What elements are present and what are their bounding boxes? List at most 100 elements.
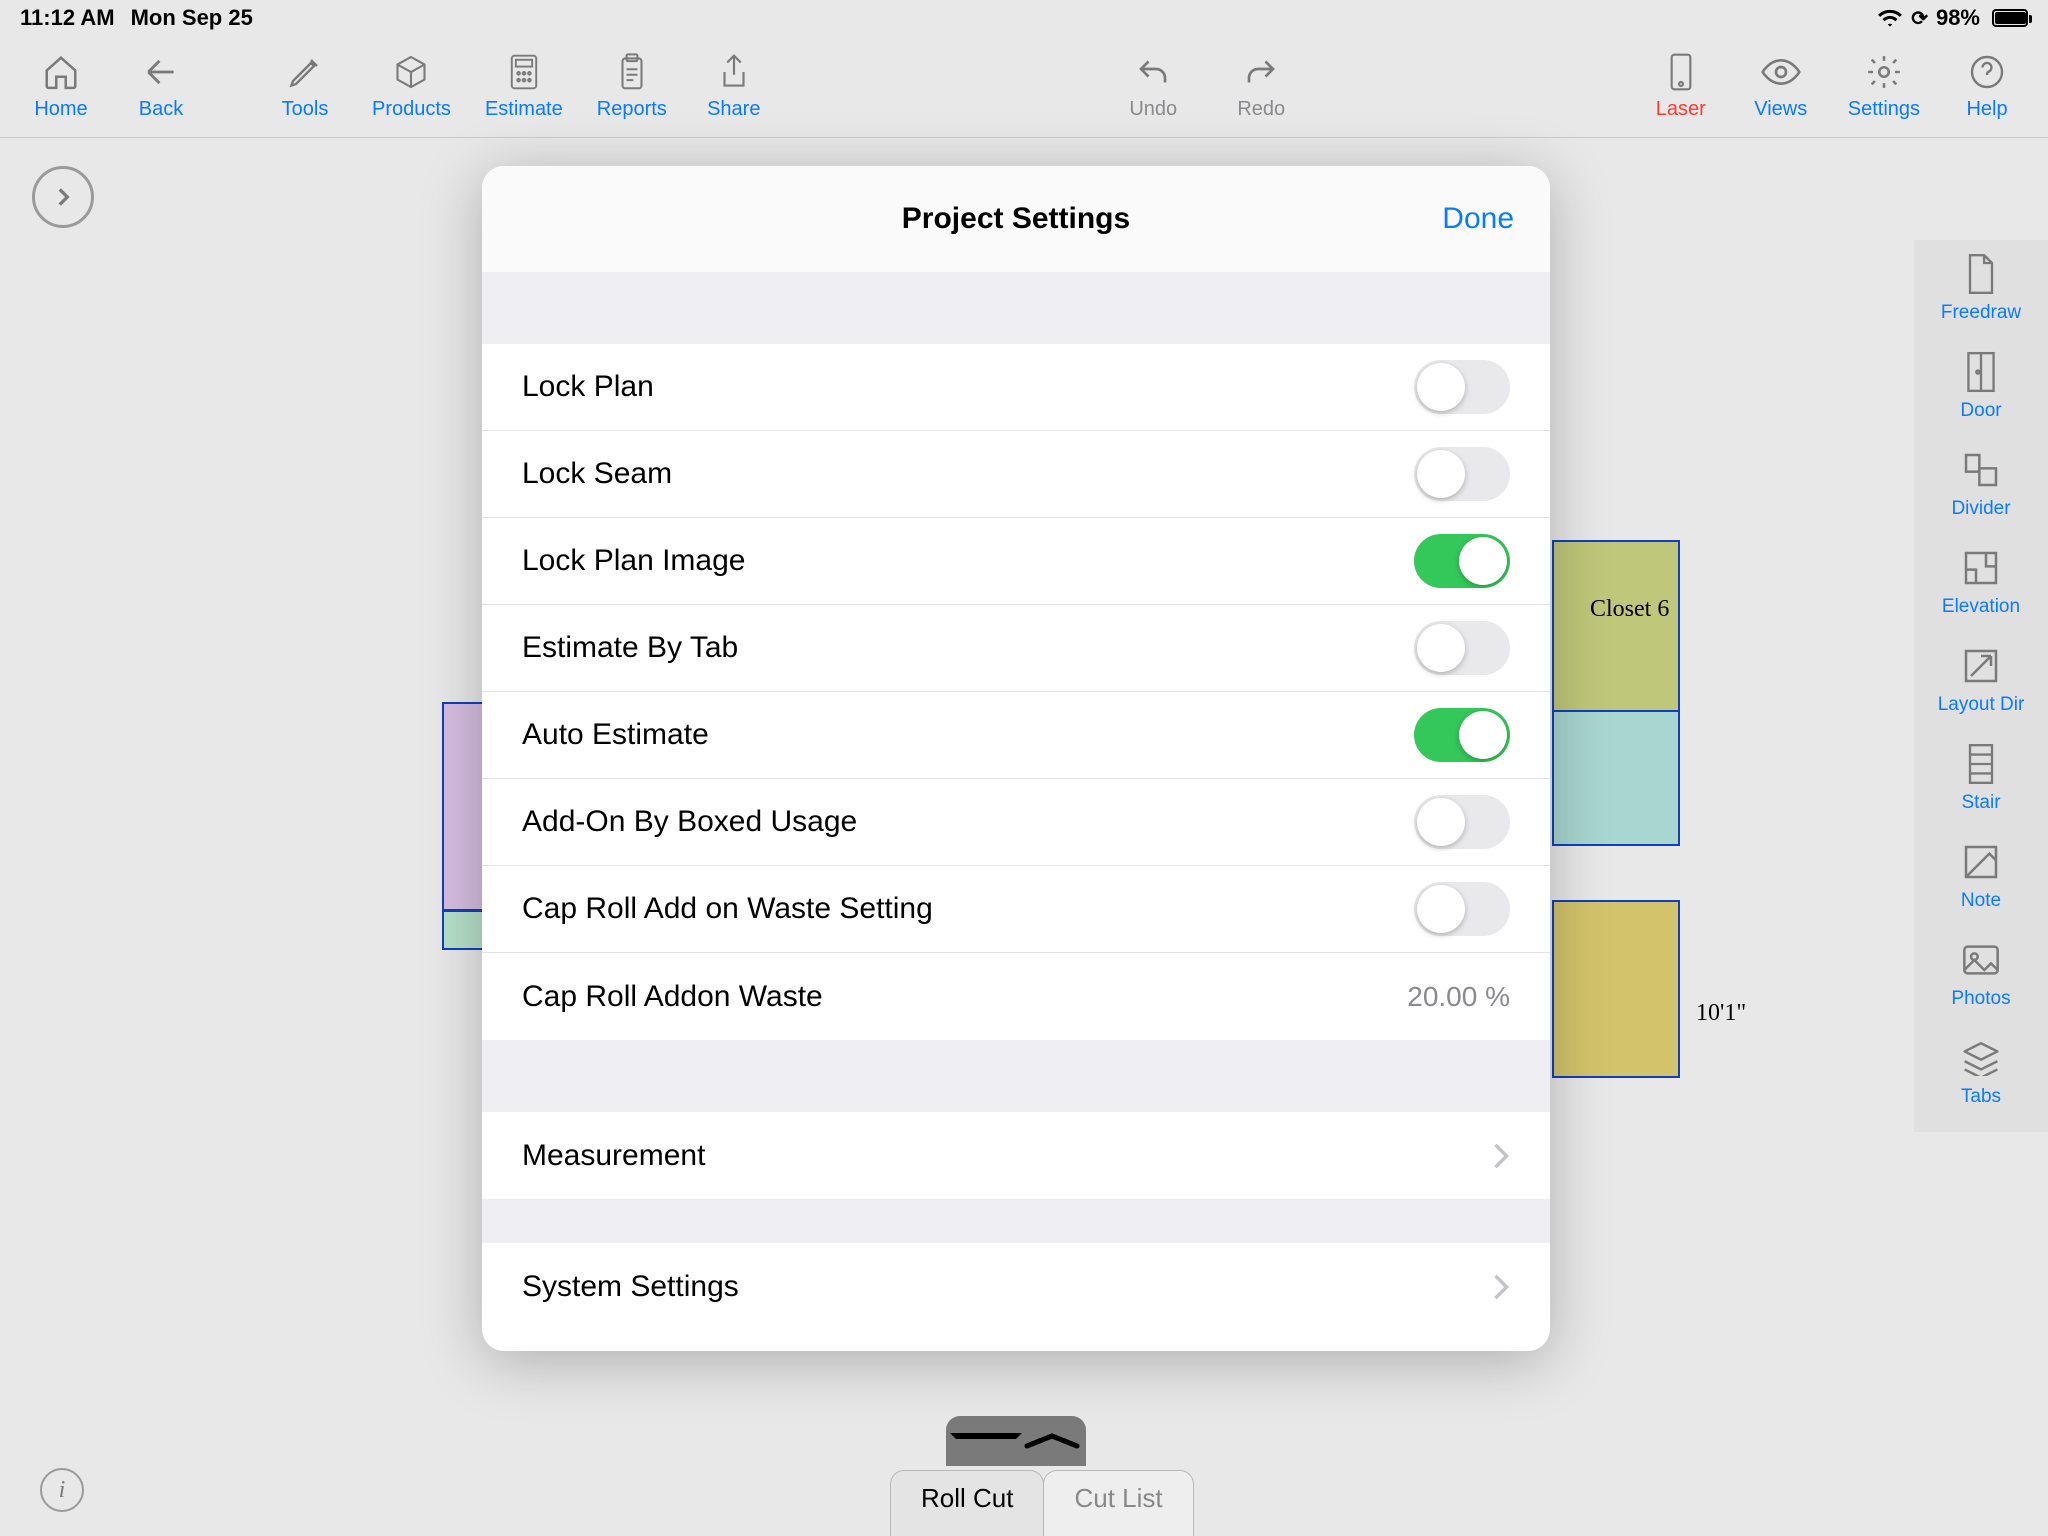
views-button[interactable]: Views [1748,52,1814,121]
freedraw-tool[interactable]: Freedraw [1941,252,2021,324]
photos-tool[interactable]: Photos [1951,938,2010,1010]
cap-roll-waste-setting-toggle[interactable] [1414,882,1510,936]
calculator-icon [504,52,544,92]
chevron-right-icon [1492,1142,1510,1170]
redo-button[interactable]: Redo [1228,52,1294,121]
layers-icon [1959,1036,2003,1080]
room-label: Closet 6 [1590,596,1669,623]
bottom-tabs: Roll Cut Cut List [890,1470,1193,1536]
divider-tool[interactable]: Divider [1951,448,2010,520]
done-button[interactable]: Done [1442,202,1514,236]
door-icon [1959,350,2003,394]
reports-label: Reports [597,98,667,121]
freedraw-label: Freedraw [1941,302,2021,324]
row-lock-plan-image: Lock Plan Image [482,518,1550,605]
undo-button[interactable]: Undo [1120,52,1186,121]
stair-label: Stair [1961,792,2000,814]
lock-plan-toggle[interactable] [1414,360,1510,414]
dim-label: 10'1" [1696,1000,1746,1027]
expand-panel-button[interactable] [32,166,94,228]
home-button[interactable]: Home [28,52,94,121]
battery-pct: 98% [1936,5,1980,31]
home-label: Home [34,98,87,121]
undo-label: Undo [1129,98,1177,121]
tools-button[interactable]: Tools [272,52,338,121]
share-label: Share [707,98,760,121]
modal-title: Project Settings [902,202,1130,236]
layoutdir-label: Layout Dir [1938,694,2025,716]
auto-estimate-toggle[interactable] [1414,708,1510,762]
estimate-by-tab-toggle[interactable] [1414,621,1510,675]
settings-label: Settings [1848,98,1920,121]
tools-label: Tools [282,98,329,121]
estimate-label: Estimate [485,98,563,121]
status-date: Mon Sep 25 [131,5,253,31]
cap-roll-waste-label: Cap Roll Addon Waste [522,980,823,1014]
status-bar: 11:12 AM Mon Sep 25 ⟳ 98% [0,0,2048,36]
stair-tool[interactable]: Stair [1959,742,2003,814]
addon-boxed-label: Add-On By Boxed Usage [522,805,857,839]
share-button[interactable]: Share [701,52,767,121]
back-button[interactable]: Back [128,52,194,121]
laser-button[interactable]: Laser [1648,52,1714,121]
drawer-handle[interactable] [946,1416,1086,1466]
addon-boxed-toggle[interactable] [1414,795,1510,849]
row-cap-roll-waste-setting: Cap Roll Add on Waste Setting [482,866,1550,953]
door-label: Door [1960,400,2001,422]
chevron-right-icon [1492,1273,1510,1301]
gear-icon [1864,52,1904,92]
layoutdir-icon [1959,644,2003,688]
products-button[interactable]: Products [372,52,451,121]
battery-icon [1992,9,2028,27]
views-label: Views [1754,98,1807,121]
redo-icon [1241,52,1281,92]
row-auto-estimate: Auto Estimate [482,692,1550,779]
system-settings-label: System Settings [522,1270,739,1304]
estimate-button[interactable]: Estimate [485,52,563,121]
settings-button[interactable]: Settings [1848,52,1920,121]
photos-label: Photos [1951,988,2010,1010]
tab-cutlist[interactable]: Cut List [1043,1470,1193,1536]
row-lock-seam: Lock Seam [482,431,1550,518]
share-icon [714,52,754,92]
tabs-label: Tabs [1961,1086,2001,1108]
note-label: Note [1961,890,2001,912]
clipboard-icon [612,52,652,92]
lock-plan-image-toggle[interactable] [1414,534,1510,588]
row-measurement[interactable]: Measurement [482,1112,1550,1199]
pencil-icon [285,52,325,92]
tool-rail: Freedraw Door Divider Elevation Layout D… [1914,240,2048,1132]
reports-button[interactable]: Reports [597,52,667,121]
products-label: Products [372,98,451,121]
row-lock-plan: Lock Plan [482,344,1550,431]
wifi-icon [1877,8,1903,28]
house-icon [41,52,81,92]
arrow-left-icon [141,52,181,92]
laser-label: Laser [1656,98,1706,121]
divider-icon [1959,448,2003,492]
elevation-icon [1959,546,2003,590]
stair-icon [1959,742,2003,786]
layoutdir-tool[interactable]: Layout Dir [1938,644,2025,716]
orientation-lock-icon: ⟳ [1911,6,1928,31]
lock-plan-image-label: Lock Plan Image [522,544,745,578]
question-icon [1967,52,2007,92]
help-button[interactable]: Help [1954,52,2020,121]
cap-roll-waste-value: 20.00 % [1407,981,1510,1013]
elevation-tool[interactable]: Elevation [1942,546,2020,618]
lock-seam-toggle[interactable] [1414,447,1510,501]
tabs-tool[interactable]: Tabs [1959,1036,2003,1108]
toolbar: Home Back Tools Products Estimate Report… [0,36,2048,138]
box-icon [391,52,431,92]
lock-seam-label: Lock Seam [522,457,672,491]
row-estimate-by-tab: Estimate By Tab [482,605,1550,692]
row-system-settings[interactable]: System Settings [482,1243,1550,1330]
info-button[interactable]: i [40,1468,84,1512]
note-tool[interactable]: Note [1959,840,2003,912]
photo-icon [1959,938,2003,982]
door-tool[interactable]: Door [1959,350,2003,422]
row-addon-boxed: Add-On By Boxed Usage [482,779,1550,866]
cap-roll-waste-setting-label: Cap Roll Add on Waste Setting [522,892,933,926]
tab-rollcut[interactable]: Roll Cut [890,1470,1044,1536]
row-cap-roll-waste[interactable]: Cap Roll Addon Waste 20.00 % [482,953,1550,1040]
